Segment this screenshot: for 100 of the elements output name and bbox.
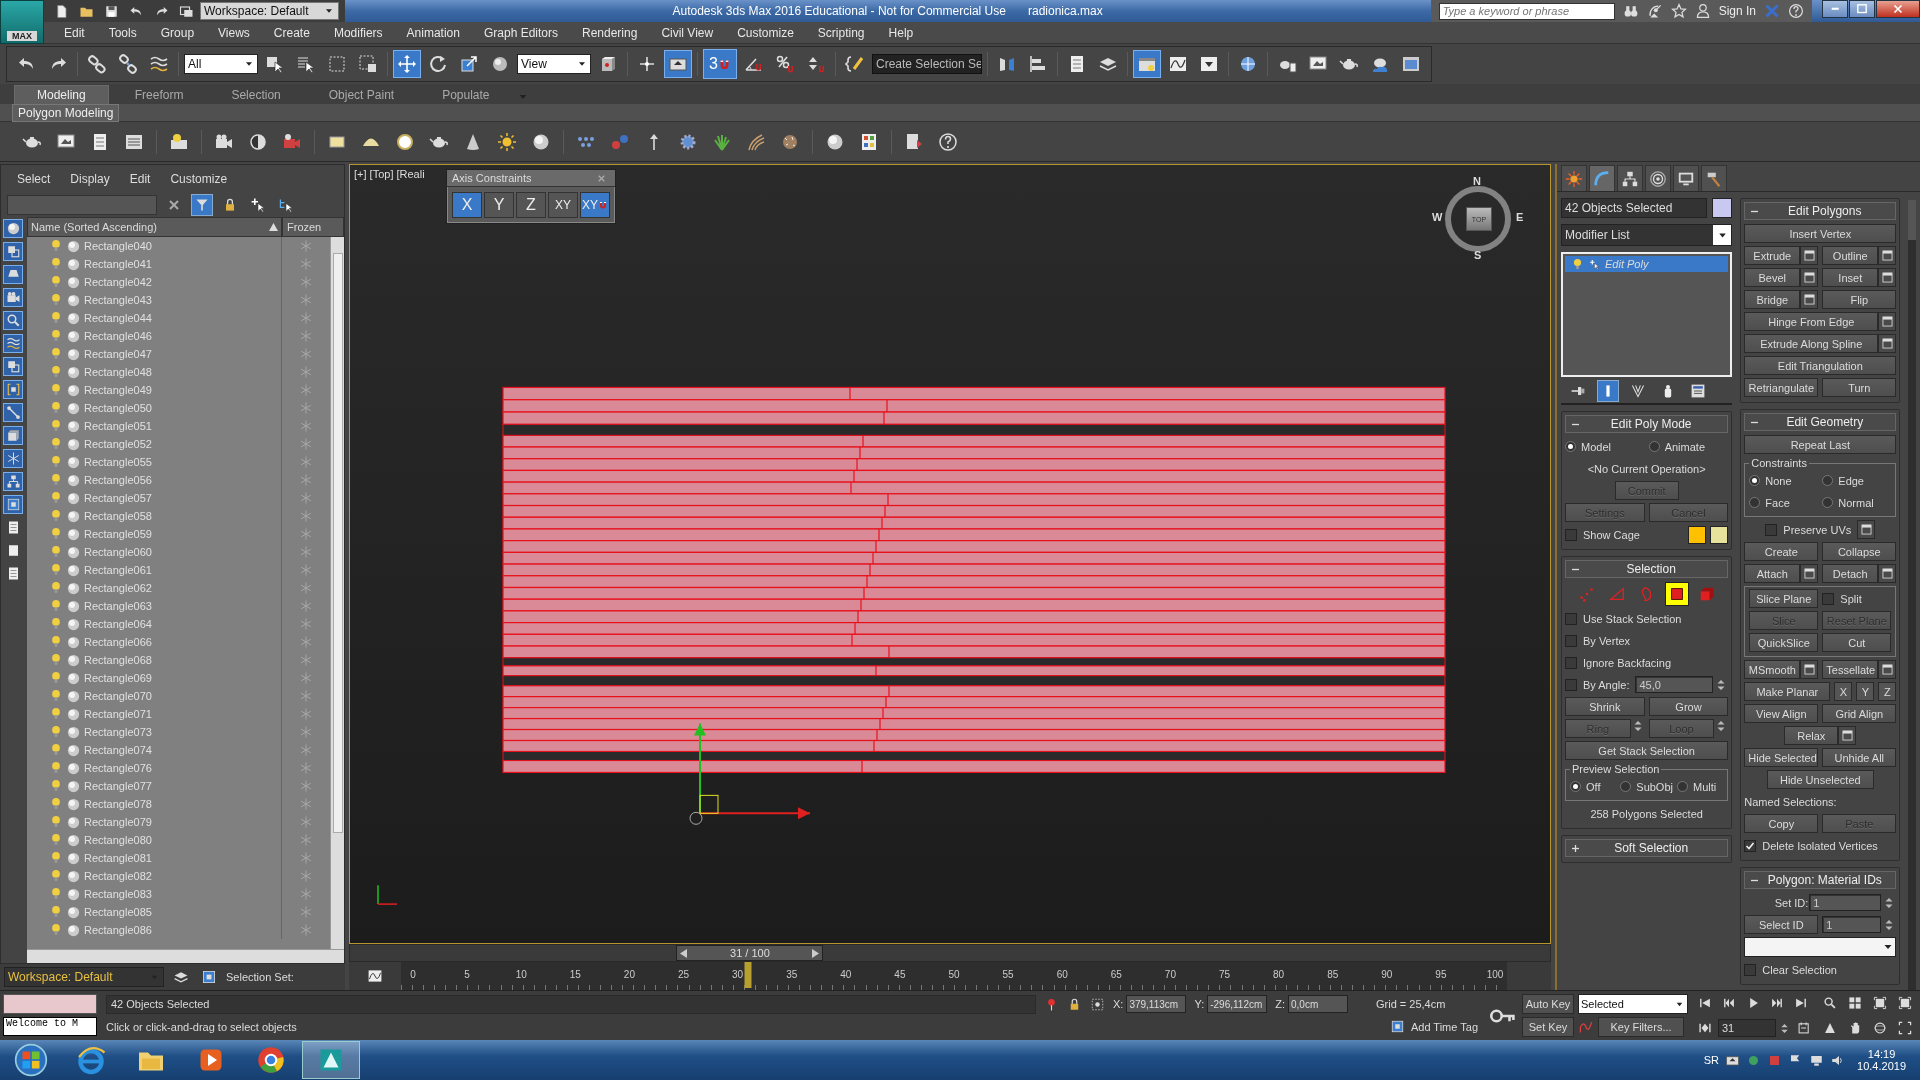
command-button[interactable]: Flip: [1822, 290, 1897, 309]
command-button[interactable]: View Align: [1744, 704, 1819, 723]
object-name[interactable]: Rectangle069: [84, 672, 152, 684]
command-button[interactable]: Grid Align: [1822, 704, 1897, 723]
sign-in-link[interactable]: Sign In: [1718, 4, 1756, 18]
command-button[interactable]: MSmooth: [1744, 660, 1801, 679]
axis-button[interactable]: Y: [1856, 682, 1875, 701]
object-name[interactable]: Rectangle046: [84, 330, 152, 342]
menu-item[interactable]: Rendering: [570, 21, 650, 44]
command-button[interactable]: Relax: [1784, 726, 1839, 745]
object-name[interactable]: Rectangle074: [84, 744, 152, 756]
axis-button[interactable]: X: [452, 192, 482, 218]
object-name[interactable]: Rectangle080: [84, 834, 152, 846]
menu-item[interactable]: Scripting: [805, 21, 877, 44]
object-name[interactable]: Rectangle047: [84, 348, 152, 360]
number-field[interactable]: 1: [1809, 894, 1882, 911]
ribbon-tab[interactable]: Object Paint: [306, 85, 417, 104]
command-button[interactable]: Get Stack Selection: [1565, 741, 1729, 760]
object-name-field[interactable]: 42 Objects Selected: [1561, 198, 1708, 218]
object-name[interactable]: Rectangle051: [84, 420, 152, 432]
object-name[interactable]: Rectangle083: [84, 888, 152, 900]
snap-toggle-button[interactable]: 3: [703, 49, 737, 79]
modifier-list-dropdown[interactable]: Modifier List: [1561, 224, 1733, 246]
viewport-label[interactable]: [+] [Top] [Reali: [354, 168, 425, 180]
menu-item[interactable]: Select: [9, 172, 59, 186]
workspace-dropdown[interactable]: Workspace: Default: [200, 2, 339, 20]
object-name[interactable]: Rectangle048: [84, 366, 152, 378]
command-button[interactable]: Hinge From Edge: [1744, 312, 1879, 331]
rollout-header[interactable]: Polygon: Material IDs: [1744, 871, 1897, 889]
number-field[interactable]: 45,0: [1635, 676, 1714, 693]
command-button[interactable]: Extrude: [1744, 246, 1801, 265]
menu-item[interactable]: Tools: [96, 21, 149, 44]
command-button[interactable]: Shrink: [1565, 697, 1645, 716]
language-indicator[interactable]: SR: [1703, 1054, 1720, 1066]
frame-field[interactable]: 31: [1718, 1019, 1776, 1037]
command-button[interactable]: Retriangulate: [1744, 378, 1819, 397]
object-name[interactable]: Rectangle078: [84, 798, 152, 810]
menu-item[interactable]: Create: [261, 21, 322, 44]
command-button[interactable]: Unhide All: [1822, 748, 1897, 767]
menu-item[interactable]: Graph Editors: [471, 21, 570, 44]
rollout-header[interactable]: Soft Selection: [1565, 839, 1729, 857]
object-name[interactable]: Rectangle063: [84, 600, 152, 612]
command-button[interactable]: Tessellate: [1822, 660, 1879, 679]
timeline-track[interactable]: 0 5 10 15 20 25 30 35 40 45 50 55 60 65 70 75 80 85 90 95 100: [401, 962, 1507, 990]
key-filters-button[interactable]: Key Filters...: [1598, 1017, 1684, 1037]
menu-item[interactable]: Display: [62, 172, 118, 186]
object-name[interactable]: Rectangle041: [84, 258, 152, 270]
command-button[interactable]: Extrude Along Spline: [1744, 334, 1879, 353]
object-name[interactable]: Rectangle043: [84, 294, 152, 306]
command-button[interactable]: QuickSlice: [1749, 633, 1819, 652]
menu-item[interactable]: Edit: [121, 172, 159, 186]
command-button[interactable]: Grow: [1648, 697, 1729, 716]
object-name[interactable]: Rectangle071: [84, 708, 152, 720]
object-name[interactable]: Rectangle056: [84, 474, 152, 486]
object-name[interactable]: Rectangle044: [84, 312, 152, 324]
command-button[interactable]: Collapse: [1822, 542, 1897, 561]
axis-button[interactable]: XY: [580, 192, 610, 218]
time-tag-label[interactable]: Add Time Tag: [1410, 1020, 1478, 1033]
object-name[interactable]: Rectangle077: [84, 780, 152, 792]
command-button[interactable]: Repeat Last: [1744, 435, 1897, 454]
command-button[interactable]: Attach: [1744, 564, 1801, 583]
dropdown[interactable]: View: [517, 54, 591, 74]
object-name[interactable]: Rectangle040: [84, 240, 152, 252]
menu-item[interactable]: Modifiers: [321, 21, 395, 44]
object-name[interactable]: Rectangle081: [84, 852, 152, 864]
key-set-dropdown[interactable]: Selected: [1578, 994, 1688, 1014]
search-field[interactable]: Type a keyword or phrase: [1438, 2, 1615, 20]
object-name[interactable]: Rectangle079: [84, 816, 152, 828]
rollout-header[interactable]: Edit Poly Mode: [1565, 415, 1729, 433]
set-key-button[interactable]: Set Key: [1522, 1017, 1574, 1037]
axis-button[interactable]: Y: [484, 192, 514, 218]
clock[interactable]: 14:19 10.4.2019: [1857, 1048, 1906, 1072]
object-name[interactable]: Rectangle066: [84, 636, 152, 648]
object-name[interactable]: Rectangle055: [84, 456, 152, 468]
object-name[interactable]: Rectangle068: [84, 654, 152, 666]
object-name[interactable]: Rectangle042: [84, 276, 152, 288]
script-output-field[interactable]: Welcome to M: [3, 1017, 97, 1036]
time-slider-thumb[interactable]: 31 / 100: [676, 945, 824, 961]
command-button[interactable]: Inset: [1822, 268, 1879, 287]
menu-item[interactable]: Animation: [394, 21, 472, 44]
command-button[interactable]: Hide Unselected: [1766, 770, 1874, 789]
object-name[interactable]: Rectangle076: [84, 762, 152, 774]
menu-item[interactable]: Edit: [52, 21, 97, 44]
command-button[interactable]: Outline: [1822, 246, 1879, 265]
command-button[interactable]: Bridge: [1744, 290, 1801, 309]
modifier-item[interactable]: Edit Poly: [1565, 256, 1729, 272]
coordinate-field[interactable]: 0,0cm: [1288, 995, 1348, 1014]
object-name[interactable]: Rectangle060: [84, 546, 152, 558]
workspace-dropdown[interactable]: Workspace: Default: [4, 967, 164, 987]
command-button[interactable]: Create: [1744, 542, 1819, 561]
menu-item[interactable]: Customize: [725, 21, 806, 44]
dropdown[interactable]: All: [184, 54, 258, 74]
ribbon-tab[interactable]: Freeform: [112, 85, 206, 104]
object-name[interactable]: Rectangle049: [84, 384, 152, 396]
menu-item[interactable]: Views: [206, 21, 262, 44]
object-name[interactable]: Rectangle073: [84, 726, 152, 738]
command-button[interactable]: Turn: [1822, 378, 1897, 397]
axis-button[interactable]: Z: [1878, 682, 1897, 701]
rollout-header[interactable]: Selection: [1565, 560, 1729, 578]
object-name[interactable]: Rectangle061: [84, 564, 152, 576]
